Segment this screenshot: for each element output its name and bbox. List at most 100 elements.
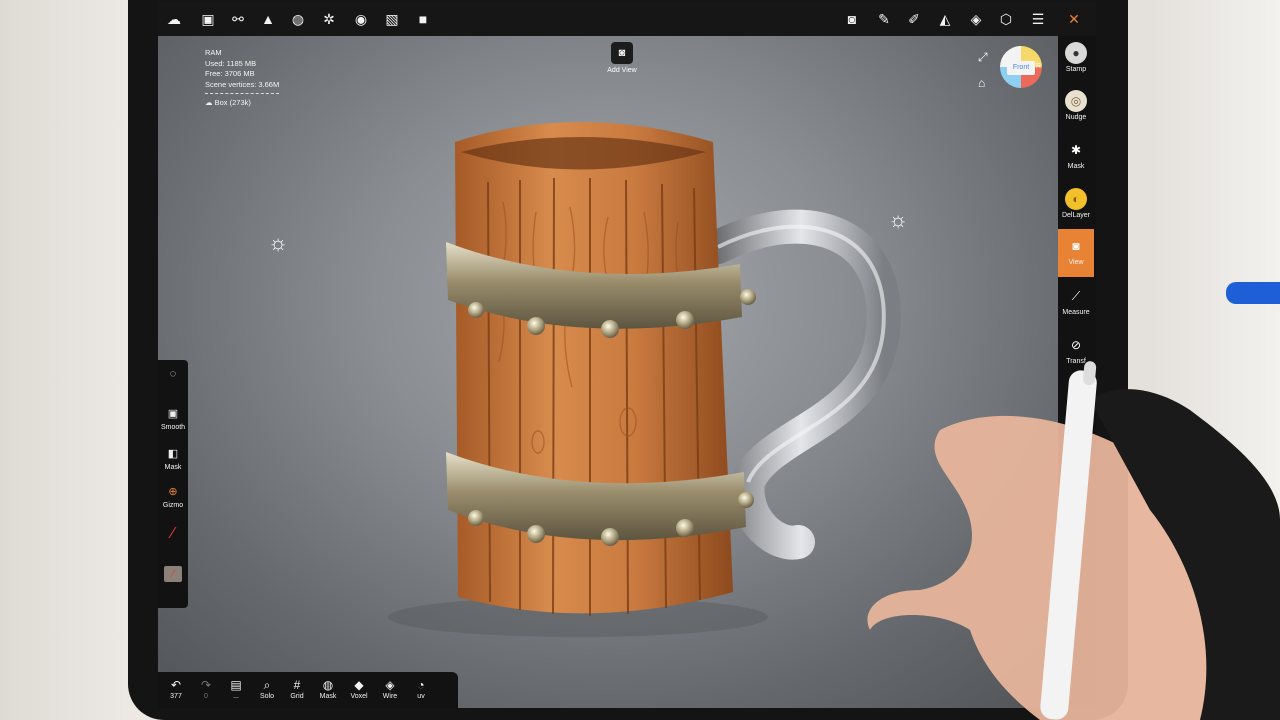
share-nodes-icon[interactable]: ⚯ — [228, 9, 248, 29]
del-layer-icon: ◐ — [1065, 188, 1087, 210]
tool-view[interactable]: ◙ View — [1058, 229, 1094, 277]
scene-vertices: Scene vertices: 3.66M — [205, 79, 280, 89]
sphere-grid-icon[interactable]: ◍ — [288, 9, 308, 29]
folder-icon[interactable]: ▣ — [198, 9, 218, 29]
video-icon[interactable]: ■ — [413, 9, 433, 29]
mask-toggle-label: Mask — [319, 693, 337, 700]
tool-mask[interactable]: ✱ Mask — [1058, 133, 1094, 170]
tool-stamp[interactable]: ● Stamp — [1058, 36, 1094, 73]
tool-measure-label: Measure — [1062, 309, 1090, 316]
layers-stack-label: ... — [233, 693, 239, 700]
solo-label: Solo — [259, 693, 274, 700]
redo-icon: ↷ — [200, 678, 212, 692]
mesh-icon[interactable]: ▲ — [258, 9, 278, 29]
light-gizmo-left-icon[interactable]: ☼ — [268, 230, 288, 256]
left-tool-drop[interactable]: ◌ — [158, 366, 188, 384]
left-tool-smooth[interactable]: ▣ Smooth — [158, 406, 188, 431]
scene-cube-icon[interactable]: ⬡ — [996, 9, 1016, 29]
grid-icon: # — [293, 678, 301, 692]
tool-stamp-label: Stamp — [1065, 66, 1087, 73]
uv-icon: ◔ — [417, 678, 425, 692]
tool-measure[interactable]: ⟋ Measure — [1058, 279, 1094, 316]
ram-label: RAM — [205, 48, 222, 57]
camera-icon[interactable]: ◙ — [842, 9, 862, 29]
left-tool-mask[interactable]: ◧ Mask — [158, 446, 188, 471]
wire-icon: ◈ — [385, 678, 395, 692]
left-tool-stroke[interactable]: ⁄ — [158, 526, 188, 544]
tool-nudge-label: Nudge — [1065, 114, 1087, 121]
camera-plus-icon: ◙ — [611, 42, 633, 64]
left-tool-color[interactable]: ⁄ — [158, 566, 188, 584]
mug-body[interactable] — [455, 122, 733, 614]
transform-icon: ⊘ — [1070, 338, 1082, 352]
view-cube-side: R — [1036, 63, 1042, 70]
tool-dellayer[interactable]: ◐ DelLayer — [1058, 182, 1094, 219]
voxel-button[interactable]: ◆ Voxel — [345, 678, 373, 700]
light-gizmo-right-icon[interactable]: ☼ — [888, 207, 908, 233]
undo-count: 377 — [170, 693, 182, 700]
layers-stack-icon: ▤ — [230, 678, 242, 692]
home-view-icon[interactable]: ⌂ — [978, 76, 985, 90]
redo-count: 0 — [204, 693, 208, 700]
ruler-icon: ⟋ — [1071, 289, 1081, 303]
mask-eye-icon: ◍ — [322, 678, 334, 692]
active-object-label: Box (273k) — [214, 98, 251, 108]
left-tool-gizmo-label: Gizmo — [162, 502, 184, 509]
settings-gear-icon[interactable]: ✲ — [319, 9, 339, 29]
material-ball-icon[interactable]: ◉ — [351, 9, 371, 29]
uv-label: uv — [417, 693, 425, 700]
shading-triangle-icon[interactable]: ◭ — [935, 9, 955, 29]
undo-icon: ↶ — [170, 678, 182, 692]
smooth-icon: ▣ — [167, 408, 179, 420]
tool-mask-label: Mask — [1067, 163, 1085, 170]
active-object[interactable]: ☁ Box (273k) — [205, 98, 279, 109]
mask-brush-icon: ✱ — [1070, 143, 1082, 157]
add-view-button[interactable]: ◙ Add View — [602, 42, 642, 74]
solo-button[interactable]: ⌕ Solo — [253, 678, 281, 700]
camera-icon: ◙ — [1072, 239, 1080, 253]
uv-button[interactable]: ◔ uv — [407, 678, 435, 700]
undo-button[interactable]: ↶ 377 — [162, 678, 190, 700]
ram-used: Used: 1185 MB — [205, 58, 257, 68]
mask-toggle-button[interactable]: ◍ Mask — [314, 678, 342, 700]
cloud-icon: ☁ — [205, 98, 213, 108]
image-icon[interactable]: ▧ — [382, 9, 402, 29]
add-view-label: Add View — [607, 67, 637, 74]
grid-button[interactable]: # Grid — [283, 678, 311, 700]
hand-with-stylus — [867, 361, 1280, 720]
scene-stats: RAM Used: 1185 MB Free: 3706 MB Scene ve… — [205, 48, 279, 109]
tool-nudge[interactable]: ◎ Nudge — [1058, 84, 1094, 121]
left-quick-toolbar: ◌ ▣ Smooth ◧ Mask ⊕ Gizmo ⁄ ⁄ — [158, 360, 188, 608]
redo-button[interactable]: ↷ 0 — [192, 678, 220, 700]
stats-divider — [205, 93, 279, 95]
brush-icon[interactable]: ✎ — [874, 9, 894, 29]
view-cube-front: Front — [1007, 61, 1035, 75]
layers-stack-button[interactable]: ▤ ... — [222, 678, 250, 700]
solo-search-icon: ⌕ — [263, 678, 271, 692]
blue-marker-cap — [1226, 282, 1280, 304]
nudge-icon: ◎ — [1065, 90, 1087, 112]
view-cube[interactable]: Front R — [1000, 46, 1042, 88]
drop-icon: ◌ — [169, 368, 177, 380]
left-tool-gizmo[interactable]: ⊕ Gizmo — [158, 484, 188, 509]
voxel-icon: ◆ — [354, 678, 364, 692]
voxel-label: Voxel — [350, 693, 368, 700]
stamp-icon: ● — [1065, 42, 1087, 64]
fullscreen-icon[interactable]: ⤢ — [978, 50, 988, 65]
mask-icon: ◧ — [167, 448, 179, 460]
cloud-menu-icon[interactable]: ☁ — [164, 9, 184, 29]
tool-view-label: View — [1068, 259, 1084, 266]
tool-dellayer-label: DelLayer — [1061, 212, 1090, 219]
wire-label: Wire — [382, 693, 398, 700]
bottom-toolbar: ↶ 377 ↷ 0 ▤ ... ⌕ Solo # Grid ◍ Mask ◆ V… — [158, 672, 458, 708]
layers-icon[interactable]: ◈ — [966, 9, 986, 29]
left-tool-mask-label: Mask — [164, 464, 182, 471]
tools-menu-icon[interactable]: ☰ — [1028, 9, 1048, 29]
grid-label: Grid — [290, 693, 304, 700]
left-tool-smooth-label: Smooth — [160, 424, 186, 431]
color-swatch-icon: ⁄ — [164, 566, 182, 582]
wire-button[interactable]: ◈ Wire — [376, 678, 404, 700]
cross-tools-icon[interactable]: ✕ — [1064, 9, 1084, 29]
paint-icon[interactable]: ✐ — [904, 9, 924, 29]
top-toolbar: ☁ ▣ ⚯ ▲ ◍ ✲ ◉ ▧ ■ ◙ ✎ ✐ ◭ ◈ ⬡ ☰ ✕ — [158, 2, 1096, 36]
